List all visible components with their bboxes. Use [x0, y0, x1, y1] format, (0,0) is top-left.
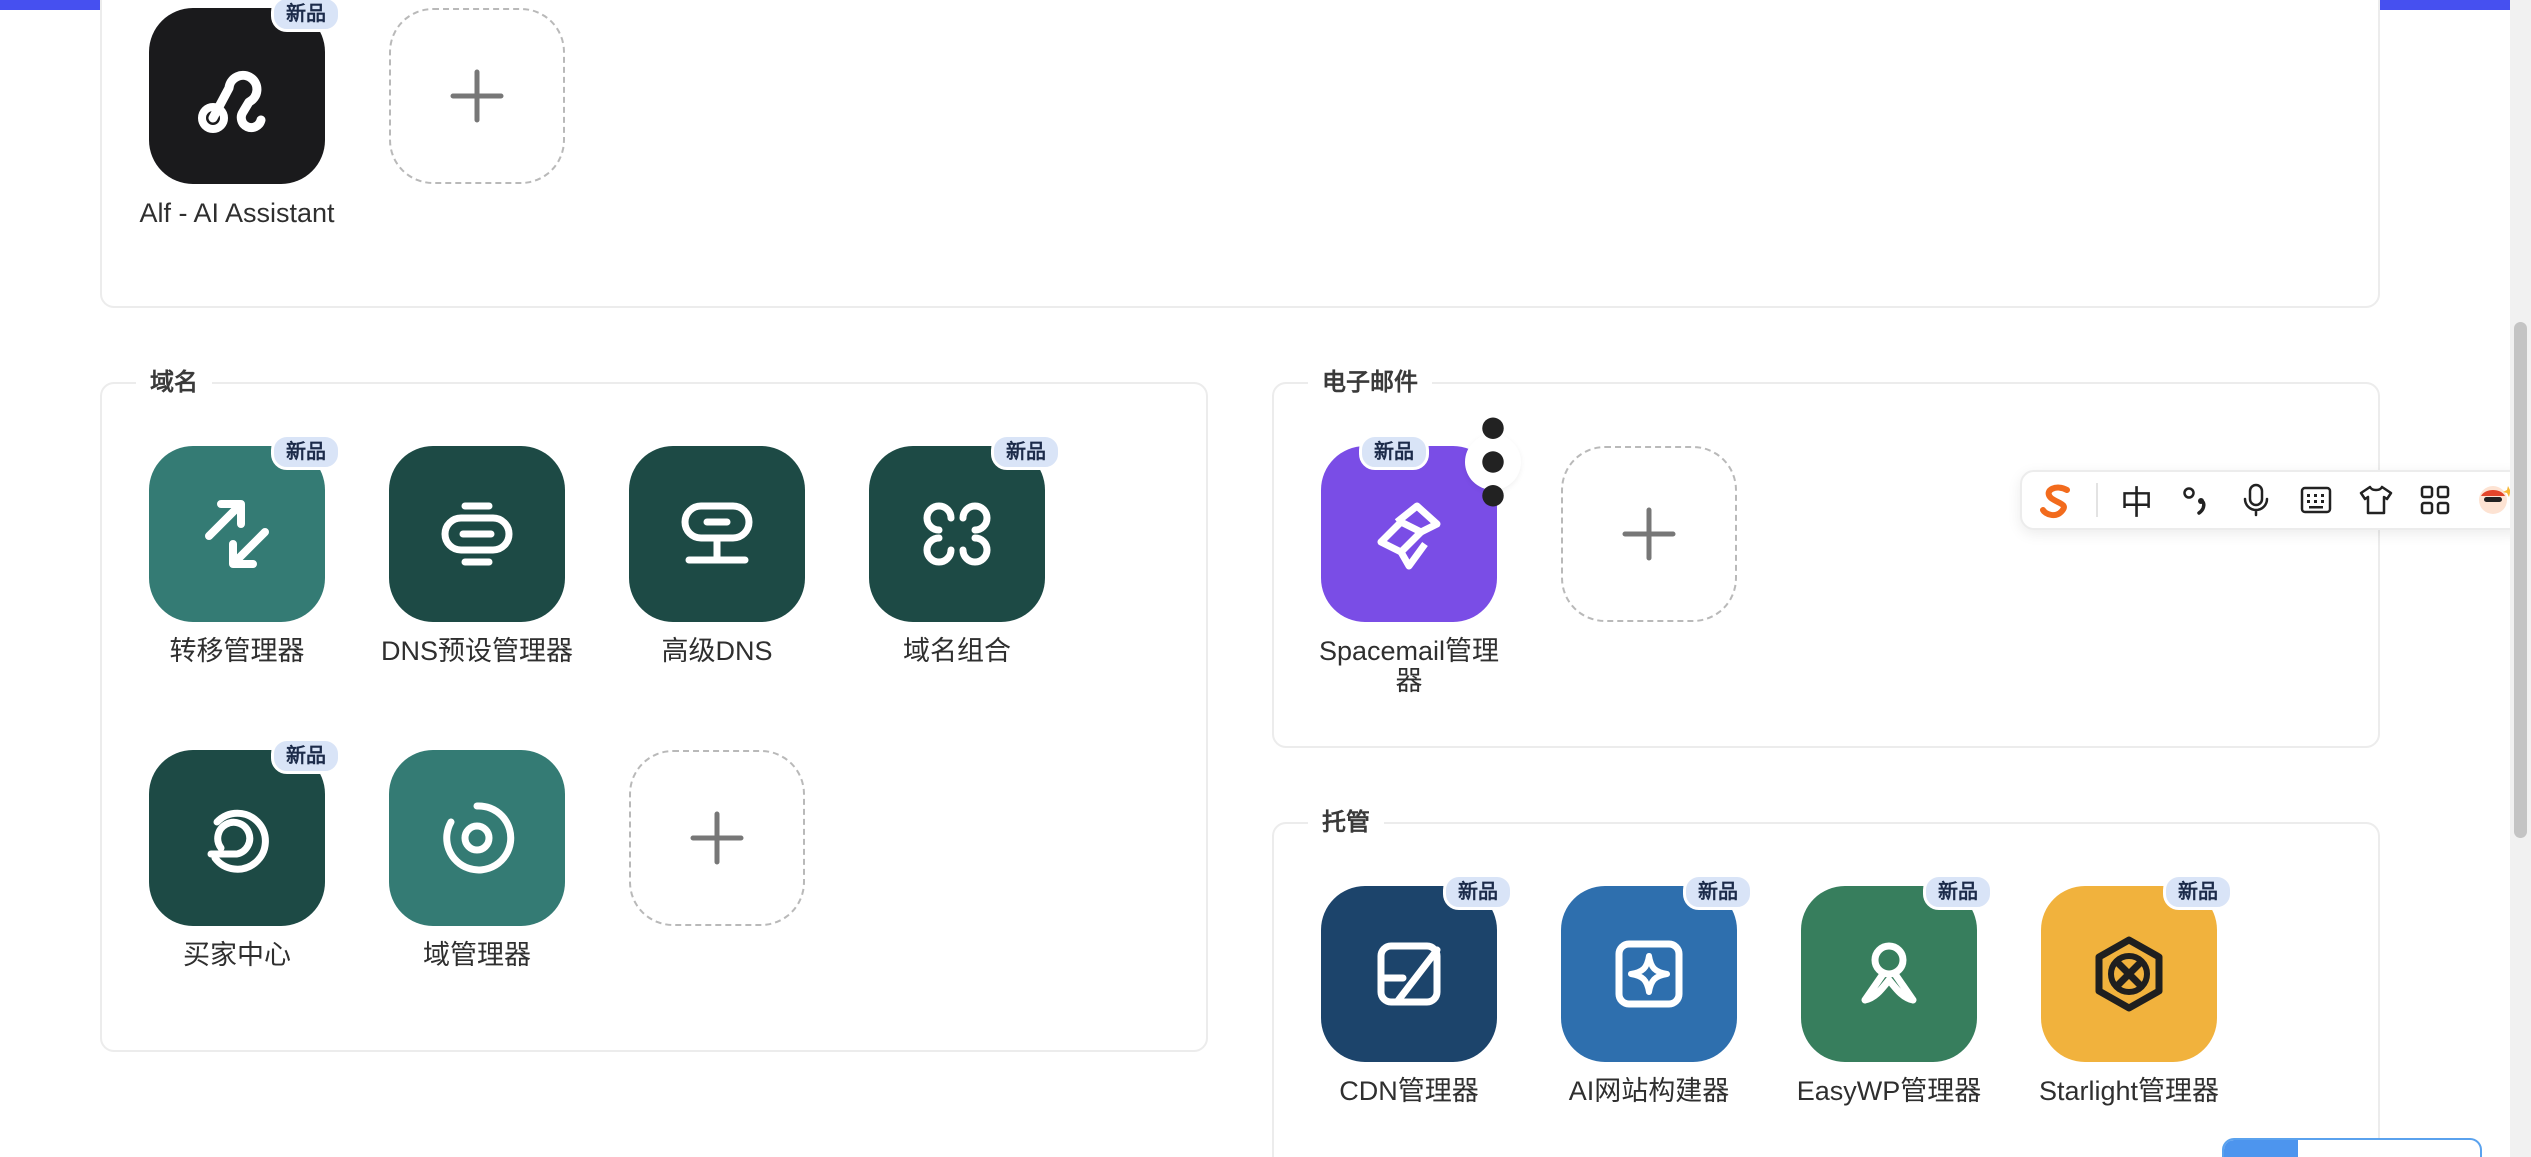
email-panel: 电子邮件 新品 Spacemail管理器 [1272, 366, 2380, 748]
advanced-dns-icon [681, 502, 753, 564]
transfer-arrows-icon [205, 500, 269, 568]
app-label: Starlight管理器 [2038, 1076, 2220, 1106]
app-label: 买家中心 [183, 940, 291, 970]
microphone-icon[interactable] [2235, 479, 2277, 521]
app-label: Spacemail管理器 [1318, 636, 1500, 696]
app-tile[interactable] [389, 446, 565, 622]
ime-toolbar: 中 [2020, 470, 2528, 530]
add-app-button[interactable] [1561, 446, 1737, 622]
spacemail-icon [1377, 502, 1441, 570]
app-label: CDN管理器 [1339, 1076, 1479, 1106]
app-label: 域管理器 [423, 940, 531, 970]
app-label: EasyWP管理器 [1796, 1076, 1982, 1106]
app-tile[interactable]: 新品 [149, 0, 341, 184]
new-badge: 新品 [271, 0, 341, 32]
plus-icon [690, 811, 744, 865]
section-title: 托管 [1308, 806, 1384, 840]
app-advanced-dns[interactable]: 高级DNS [597, 446, 837, 666]
scrollbar-thumb[interactable] [2514, 322, 2527, 838]
divider [2095, 483, 2098, 517]
add-app-slot[interactable] [1529, 446, 1769, 622]
chinese-mode-toggle[interactable]: 中 [2116, 479, 2158, 521]
toolbox-grid-icon[interactable] [2414, 479, 2456, 521]
app-transfer-manager[interactable]: 新品 转移管理器 [117, 434, 357, 666]
app-alf-ai-assistant[interactable]: 新品 Alf - AI Assistant [117, 0, 357, 228]
app-tile[interactable] [389, 750, 565, 926]
ai-site-builder-icon [1615, 940, 1683, 1008]
app-cdn-manager[interactable]: 新品 CDN管理器 [1289, 874, 1529, 1106]
add-app-button[interactable] [389, 8, 565, 184]
app-tile[interactable]: 新品 [1561, 874, 1753, 1062]
app-dns-preset-manager[interactable]: DNS预设管理器 [357, 446, 597, 666]
app-label: 转移管理器 [169, 636, 305, 666]
plus-icon [450, 69, 504, 123]
add-app-slot[interactable] [597, 750, 837, 926]
app-label: DNS预设管理器 [380, 636, 573, 666]
app-domain-portfolio[interactable]: 新品 域名组合 [837, 434, 1077, 666]
new-badge: 新品 [2163, 874, 2233, 910]
hosting-panel: 托管 新品 CDN管理器 新品 AI网站构建器 新品 EasyWP管理器 新品 … [1272, 806, 2380, 1157]
easywp-icon [1861, 942, 1917, 1004]
section-title: 域名 [136, 366, 212, 400]
app-spacemail-manager[interactable]: 新品 Spacemail管理器 [1289, 417, 1529, 696]
app-tile[interactable] [629, 446, 805, 622]
new-badge: 新品 [271, 434, 341, 470]
buyer-center-icon [207, 809, 269, 873]
punctuation-icon[interactable] [2175, 479, 2217, 521]
kebab-menu-icon [1482, 417, 1504, 507]
app-label: 高级DNS [661, 636, 773, 666]
page: 新品 Alf - AI Assistant 域名 新品 转移管理器 DNS预设管… [0, 0, 2531, 1157]
app-label: 域名组合 [903, 636, 1011, 666]
starlight-icon [2095, 936, 2163, 1012]
app-tile[interactable]: 新品 [869, 434, 1061, 622]
widget-fill [2224, 1140, 2298, 1157]
new-badge: 新品 [1683, 874, 1753, 910]
app-easywp-manager[interactable]: 新品 EasyWP管理器 [1769, 874, 2009, 1106]
new-badge: 新品 [271, 738, 341, 774]
app-tile[interactable]: 新品 [2041, 874, 2233, 1062]
sogou-logo-icon[interactable] [2036, 479, 2078, 521]
top-apps-panel: 新品 Alf - AI Assistant [100, 0, 2380, 308]
app-label: Alf - AI Assistant [139, 198, 335, 228]
app-label: AI网站构建器 [1568, 1076, 1730, 1106]
new-badge: 新品 [1359, 434, 1429, 470]
alf-icon [198, 70, 266, 133]
skin-shirt-icon[interactable] [2355, 479, 2397, 521]
add-app-button[interactable] [629, 750, 805, 926]
floating-widget-tab[interactable] [2222, 1138, 2482, 1157]
app-domain-manager[interactable]: 域管理器 [357, 750, 597, 970]
new-badge: 新品 [1443, 874, 1513, 910]
new-badge: 新品 [1923, 874, 1993, 910]
app-tile[interactable]: 新品 [149, 738, 341, 926]
add-app-slot[interactable] [357, 8, 597, 184]
app-ai-site-builder[interactable]: 新品 AI网站构建器 [1529, 874, 1769, 1106]
app-tile[interactable]: 新品 [1801, 874, 1993, 1062]
cdn-icon [1377, 942, 1441, 1006]
app-tile[interactable]: 新品 [1321, 874, 1513, 1062]
plus-icon [1622, 507, 1676, 561]
app-tile[interactable]: 新品 [149, 434, 341, 622]
new-badge: 新品 [991, 434, 1061, 470]
domain-portfolio-icon [923, 502, 991, 566]
domain-panel: 域名 新品 转移管理器 DNS预设管理器 高级DNS 新品 域名组合 新品 买家… [100, 366, 1208, 1052]
dns-preset-icon [441, 502, 513, 566]
app-buyer-center[interactable]: 新品 买家中心 [117, 738, 357, 970]
domain-manager-icon [443, 802, 515, 874]
section-title: 电子邮件 [1308, 366, 1432, 400]
keyboard-icon[interactable] [2295, 479, 2337, 521]
app-tile[interactable]: 新品 [1321, 417, 1521, 622]
more-options-button[interactable] [1465, 417, 1521, 507]
app-starlight-manager[interactable]: 新品 Starlight管理器 [2009, 874, 2249, 1106]
